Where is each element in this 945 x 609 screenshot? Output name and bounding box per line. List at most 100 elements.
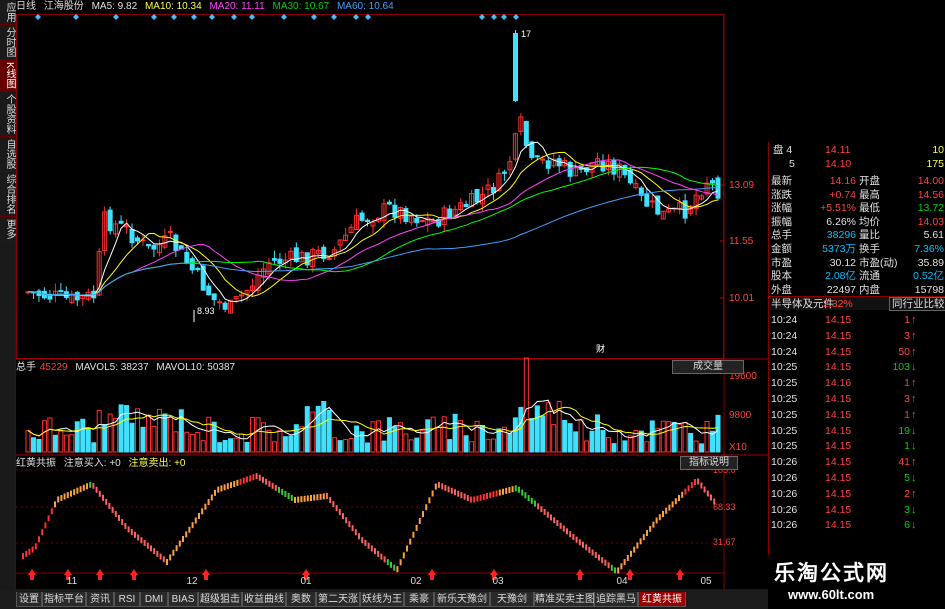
bottom-tab-15[interactable]: 追踪黑马 xyxy=(594,592,638,607)
chart-canvas[interactable]: 13.0911.5510.01196009800X10105.068.3331.… xyxy=(16,0,768,590)
bottom-tab-6[interactable]: 超级狙击 xyxy=(198,592,242,607)
volume-bar xyxy=(74,421,80,453)
date-axis-label: 02 xyxy=(410,576,422,587)
resonance-bar xyxy=(543,508,546,515)
candle-body xyxy=(430,220,436,223)
bottom-tab-9[interactable]: 第二天涨 xyxy=(316,592,360,607)
volume-bar xyxy=(321,400,327,453)
sidebar-tab-5[interactable]: 综合排名 xyxy=(0,172,16,217)
resonance-bar xyxy=(700,482,703,489)
resonance-bar xyxy=(226,483,229,490)
quote-row-8: 外盘 22497 内盘 15798 xyxy=(769,283,945,297)
indicator-help-button[interactable]: 指标说明 xyxy=(680,456,738,470)
resonance-bar xyxy=(86,483,88,490)
industry-compare-button[interactable]: 同行业比较 xyxy=(889,297,945,311)
volume-bar xyxy=(135,408,141,453)
resonance-bar xyxy=(482,493,485,500)
volume-bar xyxy=(200,440,206,453)
indicator-header: 红黄共振 注意买入: +0 注意卖出: +0 xyxy=(16,457,191,471)
resonance-bar xyxy=(348,521,351,528)
bottom-tab-5[interactable]: BIAS xyxy=(168,592,198,607)
volume-indicator-button[interactable]: 成交量 xyxy=(672,360,744,374)
volume-bar xyxy=(239,433,245,453)
resonance-bar xyxy=(706,490,709,497)
quote-value-right: 14.56 xyxy=(917,188,944,201)
resonance-bar xyxy=(310,495,312,501)
buy-arrow-icon xyxy=(676,569,684,580)
volume-bar xyxy=(30,437,36,453)
volume-bar xyxy=(222,440,228,453)
volume-bar xyxy=(58,430,64,453)
bottom-tab-8[interactable]: 奥数 xyxy=(286,592,316,607)
sidebar-tab-4[interactable]: 自选股 xyxy=(0,137,16,172)
tick-time: 10:26 xyxy=(771,487,798,500)
bottom-tab-16[interactable]: 红黄共振 xyxy=(638,592,686,607)
sidebar-tab-0[interactable]: 应用 xyxy=(0,0,16,25)
resonance-bar xyxy=(572,533,575,540)
resonance-bar xyxy=(553,517,556,524)
tick-volume: 2 xyxy=(904,487,910,500)
resonance-bar xyxy=(361,537,364,544)
volume-bar xyxy=(425,419,431,453)
resonance-bar xyxy=(47,515,50,522)
bottom-tab-11[interactable]: 乘豪 xyxy=(404,592,434,607)
resonance-bar xyxy=(338,509,341,516)
candle-body xyxy=(386,201,392,205)
resonance-bar xyxy=(390,561,392,568)
resonance-bar xyxy=(28,548,31,555)
bottom-tab-13[interactable]: 天豫剑 xyxy=(490,592,534,607)
sidebar-tab-3[interactable]: 个股资料 xyxy=(0,92,16,137)
resonance-bar xyxy=(409,538,412,545)
volume-bar xyxy=(315,405,321,453)
resonance-bar xyxy=(546,511,549,518)
left-sidebar: 应用 分时图 K线图 个股资料 自选股 综合排名 更多 xyxy=(0,0,16,590)
sidebar-tab-2[interactable]: K线图 xyxy=(0,60,16,92)
quote-value-right: 13.72 xyxy=(917,202,944,215)
volume-bar xyxy=(25,430,31,453)
arrow-down-icon: ↓ xyxy=(911,519,917,532)
resonance-bar xyxy=(22,553,24,559)
buy-arrow-icon xyxy=(130,569,138,580)
resonance-bar xyxy=(674,498,677,505)
resonance-bar xyxy=(514,485,517,492)
resonance-bar xyxy=(383,556,386,563)
arrow-down-icon: ↓ xyxy=(911,440,917,453)
bottom-tab-1[interactable]: 指标平台 xyxy=(42,592,86,607)
resonance-bar xyxy=(41,529,44,536)
candle-body xyxy=(239,294,245,297)
resonance-bar xyxy=(527,495,530,502)
sidebar-tab-1[interactable]: 分时图 xyxy=(0,25,16,60)
tick-row: 10:26 14.15 6 ↓ xyxy=(769,518,945,532)
resonance-bar xyxy=(642,534,645,541)
bottom-tab-14[interactable]: 精准买卖主图 xyxy=(534,592,595,607)
bottom-tab-2[interactable]: 资讯 xyxy=(86,592,114,607)
quote-value-left: 38296 xyxy=(826,229,856,242)
volume-bar xyxy=(332,437,338,453)
resonance-bar xyxy=(441,483,444,490)
ask-vol: 10 xyxy=(932,144,944,156)
bottom-tab-12[interactable]: 新乐天豫剑 xyxy=(434,592,490,607)
kline-chart-area[interactable]: 13.09 11.55 10.01 19600 9800 X10 105.0 68.33 31.… xyxy=(16,0,768,590)
resonance-bar xyxy=(358,533,360,540)
volume-bar xyxy=(359,431,365,453)
tick-volume: 41 xyxy=(898,456,910,469)
candle-body xyxy=(58,290,64,293)
resonance-bar xyxy=(393,564,396,571)
bottom-tab-7[interactable]: 收益曲线 xyxy=(242,592,286,607)
bottom-tab-4[interactable]: DMI xyxy=(140,592,168,607)
resonance-bar xyxy=(671,501,674,508)
quote-row-3: 振幅 6.26% 均价 14.03 xyxy=(769,215,945,229)
bottom-tab-10[interactable]: 妖线为王 xyxy=(360,592,404,607)
sidebar-tab-6[interactable]: 更多 xyxy=(0,217,16,242)
tick-price: 14.15 xyxy=(825,345,852,358)
bottom-tab-3[interactable]: RSI xyxy=(114,592,140,607)
resonance-bar xyxy=(649,525,652,532)
bottom-tab-0[interactable]: 设置 xyxy=(16,592,42,607)
quote-value-right: 5.61 xyxy=(923,229,944,242)
quote-label-left: 最新 xyxy=(771,175,792,187)
resonance-bar xyxy=(620,563,623,570)
volume-bar xyxy=(206,416,212,453)
buy-arrow-icon xyxy=(28,569,36,580)
resonance-bar xyxy=(681,491,684,498)
tick-time: 10:25 xyxy=(771,393,798,405)
